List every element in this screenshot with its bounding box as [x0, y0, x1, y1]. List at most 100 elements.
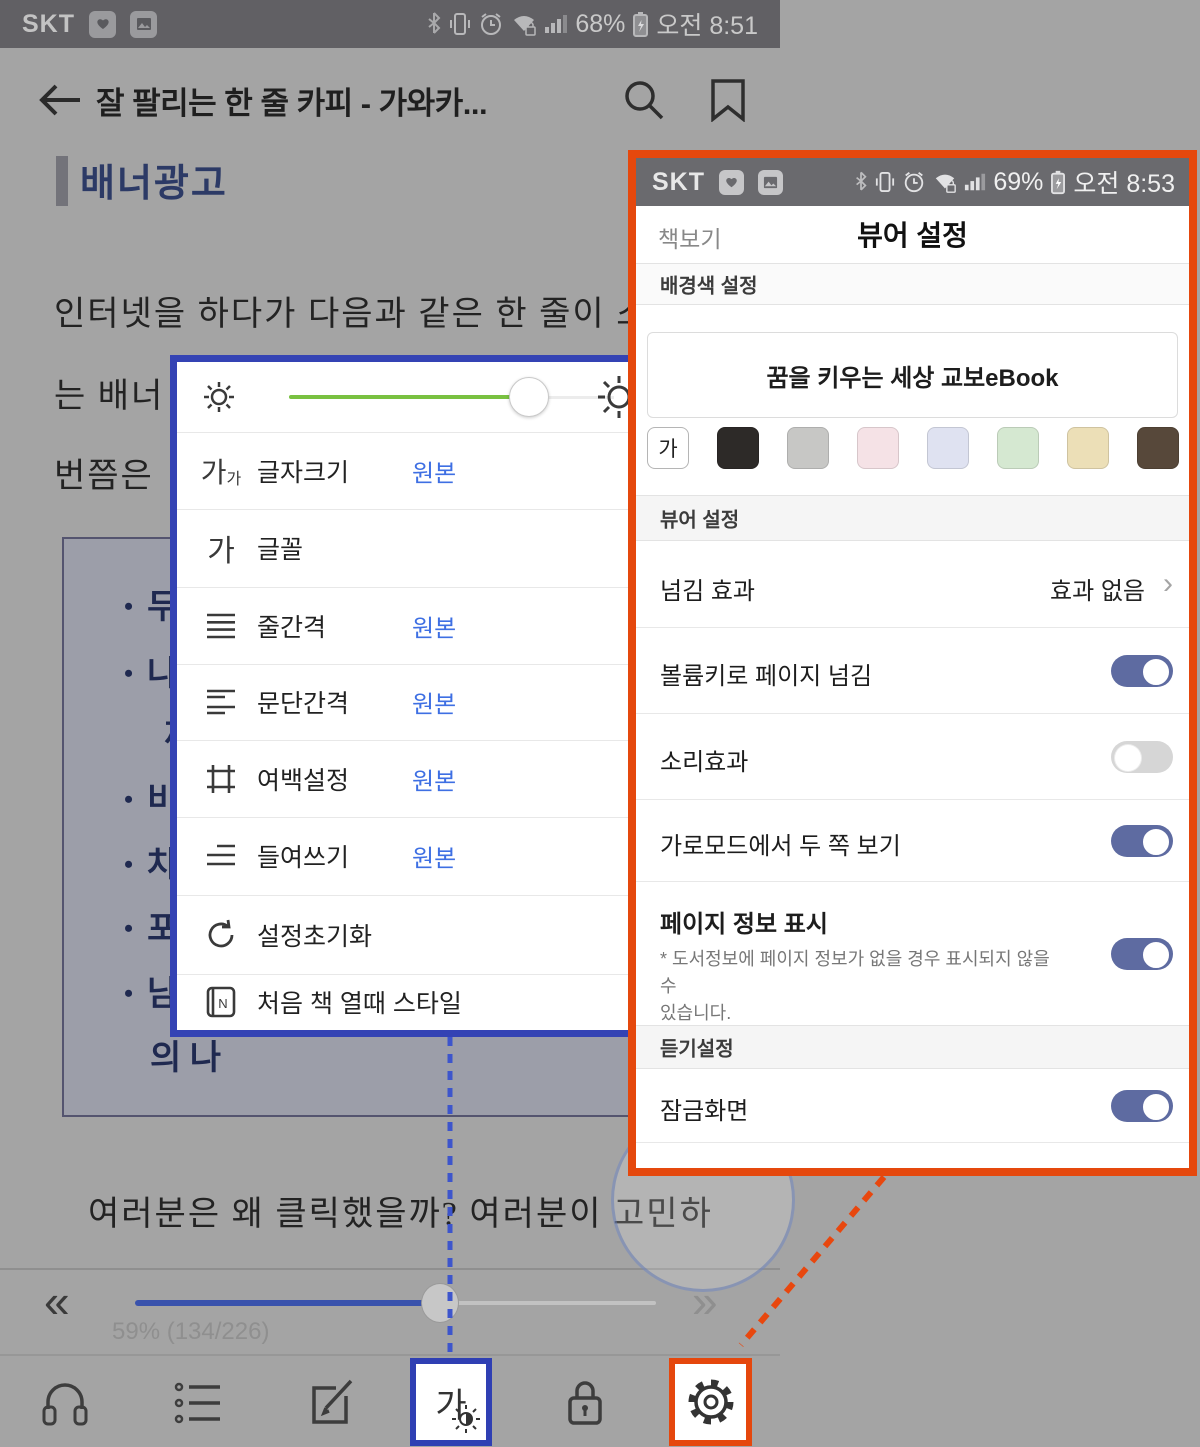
swatch-pink[interactable]	[857, 427, 899, 469]
menu-item-reset-settings[interactable]: 설정초기화	[177, 895, 633, 974]
carrier-label: SKT	[22, 10, 75, 39]
status-icons: 68% 오전 8:51	[426, 0, 758, 48]
progress-label: 59% (134/226)	[112, 1318, 269, 1346]
swatch-lavender[interactable]	[927, 427, 969, 469]
section-viewer-settings: 뷰어 설정	[636, 495, 1189, 541]
divider	[0, 1354, 780, 1356]
sun-small-icon	[201, 379, 237, 415]
chevron-right-icon: ›	[1163, 567, 1173, 601]
brightness-knob[interactable]	[509, 377, 549, 417]
status-bar: SKT 69% 오전 8:53	[636, 158, 1189, 206]
menu-item-font-size[interactable]: 가가 글자크기원본	[177, 432, 633, 509]
page-info-toggle[interactable]	[1111, 938, 1173, 970]
toc-list-icon[interactable]	[172, 1378, 224, 1430]
viewer-settings-highlight-box[interactable]	[669, 1358, 752, 1446]
search-icon[interactable]	[620, 76, 668, 124]
reset-link[interactable]: 원본	[412, 685, 456, 720]
page-title: 잘 팔리는 한 줄 카피 - 가와카...	[96, 78, 487, 123]
battery-icon	[1050, 169, 1066, 195]
list-item: 의 나	[150, 1030, 221, 1079]
half-sun-icon	[451, 1404, 481, 1434]
sound-effect-toggle[interactable]	[1111, 741, 1173, 773]
swatch-black[interactable]	[717, 427, 759, 469]
picture-icon	[763, 175, 778, 190]
menu-item-default-style[interactable]: N 처음 책 열때 스타일	[177, 974, 633, 1030]
font-settings-highlight-box[interactable]: 가	[410, 1358, 492, 1446]
battery-percent: 68%	[575, 10, 625, 39]
alarm-icon	[902, 170, 926, 194]
background-preview: 꿈을 키우는 세상 교보eBook	[647, 332, 1178, 418]
reset-icon	[199, 913, 243, 957]
picture-icon	[136, 16, 152, 32]
vibrate-icon	[875, 170, 895, 194]
notification-app-icon	[719, 170, 744, 195]
bullet-icon: •	[124, 659, 133, 688]
book-style-icon: N	[199, 980, 243, 1024]
menu-item-margins[interactable]: 여백설정원본	[177, 740, 633, 817]
bluetooth-icon	[426, 11, 442, 37]
swatch-white[interactable]: 가	[647, 427, 689, 469]
section-background-color: 배경색 설정	[636, 263, 1189, 305]
swatch-green[interactable]	[997, 427, 1039, 469]
font-size-icon: 가가	[199, 449, 243, 493]
reset-link[interactable]: 원본	[412, 839, 456, 874]
panel-title: 뷰어 설정	[636, 214, 1189, 254]
reset-link[interactable]: 원본	[412, 453, 456, 488]
screenshot-notification-icon	[130, 11, 157, 38]
setting-row-two-page[interactable]: 가로모드에서 두 쪽 보기	[636, 800, 1189, 882]
menu-item-line-spacing[interactable]: 줄간격원본	[177, 587, 633, 664]
progress-knob[interactable]	[421, 1283, 459, 1323]
chevron-double-left-icon[interactable]: «	[44, 1278, 70, 1324]
page-info-note: * 도서정보에 페이지 정보가 없을 경우 표시되지 않을 수 있습니다.	[660, 946, 1060, 1027]
wifi-lock-icon	[933, 170, 957, 194]
svg-text:N: N	[218, 996, 227, 1011]
two-page-toggle[interactable]	[1111, 825, 1173, 857]
setting-row-volume-key[interactable]: 볼륨키로 페이지 넘김	[636, 628, 1189, 714]
setting-row-sound-effect[interactable]: 소리효과	[636, 714, 1189, 800]
screenshot-notification-icon	[758, 170, 783, 195]
swatch-gray[interactable]	[787, 427, 829, 469]
bullet-icon: •	[124, 785, 133, 814]
progress-track-filled[interactable]	[135, 1300, 440, 1306]
setting-row-flip-effect[interactable]: 넘김 효과 효과 없음 ›	[636, 541, 1189, 628]
heart-icon	[95, 16, 111, 32]
volume-key-toggle[interactable]	[1111, 655, 1173, 687]
body-text-line: 는 배너	[54, 368, 164, 417]
bluetooth-icon	[854, 170, 868, 194]
clock-label: 오전 8:53	[1073, 164, 1175, 200]
battery-percent: 69%	[993, 168, 1043, 197]
swatch-cream[interactable]	[1067, 427, 1109, 469]
setting-row-lock-screen[interactable]: 잠금화면	[636, 1069, 1189, 1143]
lock-screen-toggle[interactable]	[1111, 1090, 1173, 1122]
lock-rotation-icon[interactable]	[559, 1376, 611, 1428]
menu-item-font-face[interactable]: 가 글꼴	[177, 509, 633, 587]
bookmark-icon[interactable]	[710, 78, 746, 122]
bullet-icon: •	[124, 592, 133, 621]
notification-app-icon	[89, 11, 116, 38]
signal-icon	[964, 170, 986, 194]
screen: SKT 68% 오전 8:51 잘 팔리는 한 줄 카피 - 가와카... 배너…	[0, 0, 1200, 1447]
tts-headphones-icon[interactable]	[39, 1376, 91, 1428]
reset-link[interactable]: 원본	[412, 608, 456, 643]
swatch-brown[interactable]	[1137, 427, 1179, 469]
indent-icon	[199, 834, 243, 878]
status-bar: SKT 68% 오전 8:51	[0, 0, 780, 48]
heart-icon	[724, 175, 739, 190]
text-settings-popup: 가가 글자크기원본 가 글꼴 줄간격원본 문단간격원본 여백설	[170, 355, 640, 1037]
progress-track-rest[interactable]	[440, 1301, 656, 1305]
paragraph-spacing-icon	[199, 680, 243, 724]
carrier-label: SKT	[652, 168, 705, 197]
vibrate-icon	[449, 11, 471, 37]
section-listening: 듣기설정	[636, 1025, 1189, 1069]
back-icon[interactable]	[34, 80, 86, 120]
bullet-icon: •	[124, 979, 133, 1008]
body-text-line: 인터넷을 하다가 다음과 같은 한 줄이 스	[54, 286, 649, 335]
note-edit-icon[interactable]	[306, 1376, 358, 1428]
signal-icon	[544, 11, 568, 37]
battery-icon	[632, 10, 649, 38]
menu-item-paragraph-spacing[interactable]: 문단간격원본	[177, 664, 633, 740]
menu-item-indent[interactable]: 들여쓰기원본	[177, 817, 633, 895]
status-icons: 69% 오전 8:53	[854, 158, 1175, 206]
reset-link[interactable]: 원본	[412, 761, 456, 796]
setting-row-page-info[interactable]: 페이지 정보 표시 * 도서정보에 페이지 정보가 없을 경우 표시되지 않을 …	[636, 882, 1189, 1025]
